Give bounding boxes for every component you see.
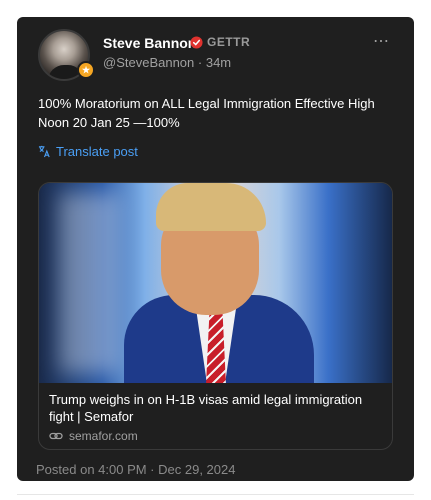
link-preview-image bbox=[39, 183, 392, 383]
post-text: 100% Moratorium on ALL Legal Immigration… bbox=[38, 96, 375, 130]
verified-badge-icon bbox=[190, 36, 203, 49]
author-handle[interactable]: @SteveBannon bbox=[103, 55, 194, 70]
dot-separator: · bbox=[197, 55, 206, 70]
image-backdrop bbox=[59, 193, 119, 373]
post-age: 34m bbox=[205, 55, 232, 70]
link-icon bbox=[49, 432, 63, 440]
more-options-icon[interactable]: ⋯ bbox=[373, 31, 390, 51]
translate-label: Translate post bbox=[56, 144, 138, 159]
badge-icon: ★ bbox=[77, 61, 95, 79]
translate-icon bbox=[38, 145, 50, 158]
link-preview-card[interactable]: Trump weighs in on H-1B visas amid legal… bbox=[38, 182, 393, 450]
author-name[interactable]: Steve Bannon bbox=[103, 35, 196, 51]
link-title: Trump weighs in on H-1B visas amid legal… bbox=[49, 392, 363, 424]
post-card: ★ Steve Bannon GETTR @SteveBannon · 34m … bbox=[17, 17, 414, 481]
translate-post-button[interactable]: Translate post bbox=[38, 144, 138, 159]
author-handle-row: @SteveBannon · 34m bbox=[103, 55, 231, 70]
divider bbox=[17, 494, 414, 495]
post-timestamp: Posted on 4:00 PM · Dec 29, 2024 bbox=[36, 462, 236, 477]
link-domain: semafor.com bbox=[69, 429, 138, 443]
platform-label: GETTR bbox=[207, 35, 251, 49]
link-domain-row: semafor.com bbox=[49, 429, 138, 443]
image-hair bbox=[156, 183, 266, 231]
